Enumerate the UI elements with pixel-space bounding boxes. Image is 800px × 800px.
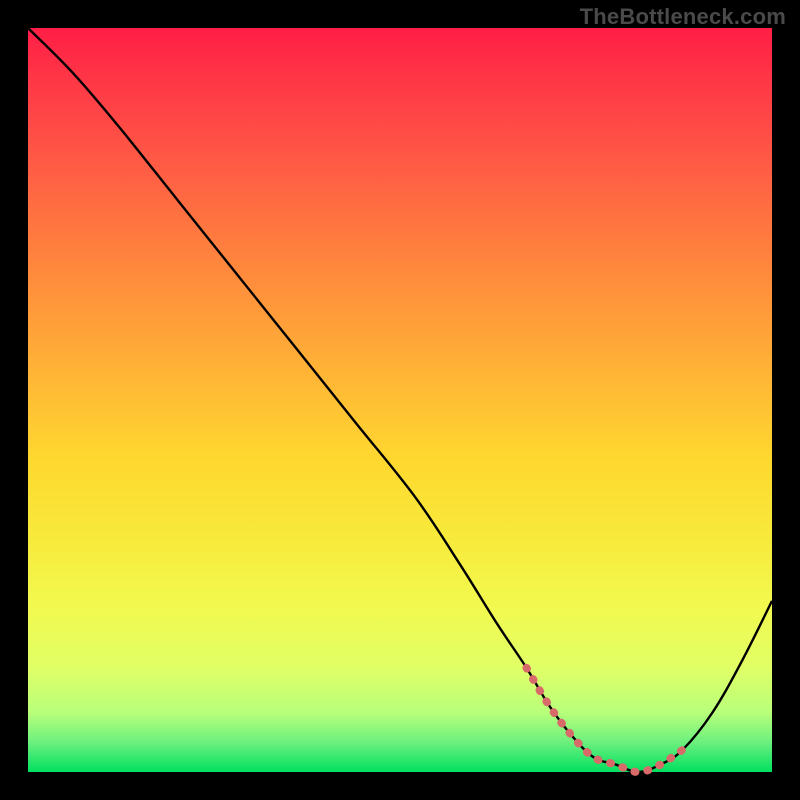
highlight-segment	[526, 668, 682, 772]
curve-svg	[28, 28, 772, 772]
plot-area	[28, 28, 772, 772]
bottleneck-curve	[28, 28, 772, 772]
watermark-text: TheBottleneck.com	[580, 4, 786, 30]
chart-frame: TheBottleneck.com	[0, 0, 800, 800]
